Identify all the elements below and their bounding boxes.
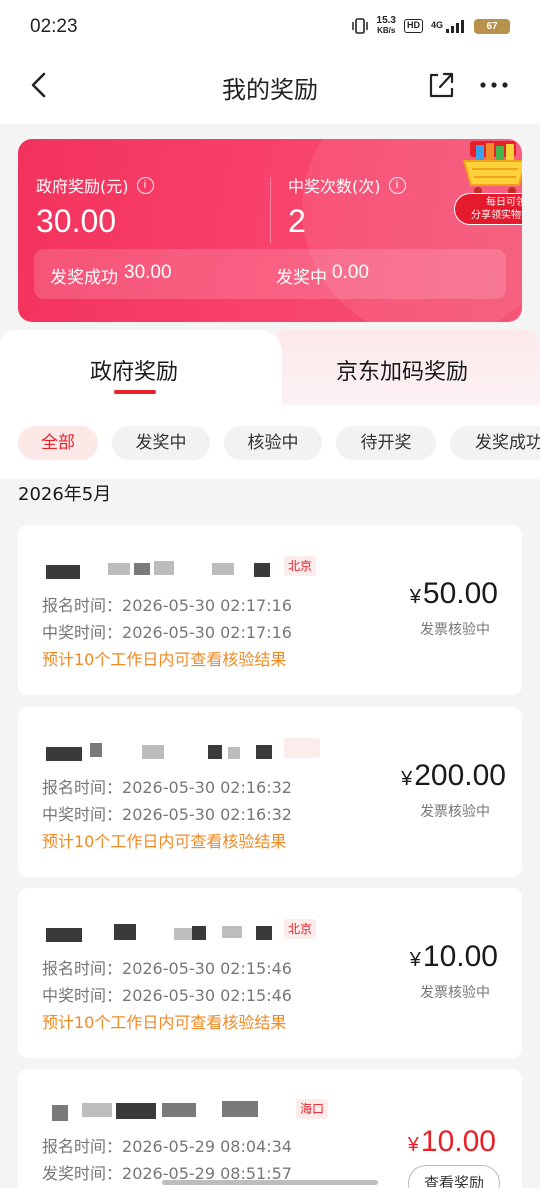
tab-label: 京东加码奖励 (336, 360, 469, 385)
register-time-row: 报名时间：2026-05-30 02:17:16 (42, 596, 292, 615)
tab-gov-reward[interactable]: 政府奖励 (0, 330, 282, 410)
win-time-row: 中奖时间：2026-05-30 02:17:16 (42, 623, 292, 642)
mask-block (208, 745, 222, 759)
mask-block (192, 926, 206, 940)
mask-block (114, 924, 136, 940)
win-time-row: 中奖时间：2026-05-30 02:16:32 (42, 805, 292, 824)
reward-amount: ¥10.00 (407, 1125, 496, 1158)
mask-block (108, 563, 130, 575)
home-indicator[interactable] (162, 1180, 378, 1185)
mask-block (228, 747, 240, 759)
status-time: 02:23 (30, 16, 78, 37)
filter-all[interactable]: 全部 (18, 426, 98, 460)
mask-block (46, 565, 80, 579)
month-heading: 2026年5月 (18, 484, 112, 505)
hd-badge: HD (403, 19, 423, 33)
mask-block (154, 561, 174, 575)
view-reward-button[interactable]: 查看奖励 (408, 1165, 500, 1188)
order-id-masked (42, 1099, 290, 1123)
win-count-label: 中奖次数(次) i (288, 173, 406, 197)
mask-block (90, 743, 102, 757)
reward-status: 发票核验中 (420, 622, 490, 638)
issued-label: 发奖成功 (50, 268, 118, 288)
order-id-masked (42, 737, 290, 761)
register-time-row: 报名时间：2026-05-30 02:16:32 (42, 778, 292, 797)
mask-block (256, 926, 272, 940)
mask-block (222, 926, 242, 938)
share-icon[interactable] (426, 70, 456, 100)
city-tag: 北京 (284, 556, 317, 576)
tab-jd-bonus[interactable]: 京东加码奖励 (268, 330, 540, 410)
register-time-row: 报名时间：2026-05-30 02:15:46 (42, 959, 292, 978)
page-title: 我的奖励 (222, 76, 318, 104)
filter-verifying[interactable]: 核验中 (224, 426, 322, 460)
reward-status: 发票核验中 (420, 804, 490, 820)
reward-amount: ¥10.00 (409, 940, 498, 973)
promo-pill: 每日可领 分享领实物好礼 (454, 193, 522, 225)
signal-icon: 4G (431, 19, 466, 33)
filter-issued[interactable]: 发奖成功 (450, 426, 540, 460)
mask-block (162, 1103, 196, 1117)
info-icon[interactable]: i (136, 176, 154, 194)
vibrate-icon (351, 18, 368, 34)
filter-bar: 全部 发奖中 核验中 待开奖 发奖成功 (0, 405, 540, 479)
reward-amount: ¥200.00 (401, 759, 506, 792)
more-dots-icon[interactable] (478, 70, 510, 100)
battery-icon: 67 (474, 18, 510, 34)
mask-block (46, 747, 82, 761)
mask-block (256, 745, 272, 759)
mask-block (52, 1105, 68, 1121)
reward-summary-card: 政府奖励(元) i 30.00 中奖次数(次) i 2 发奖成功 30.00 发… (18, 139, 522, 322)
reward-amount: ¥50.00 (409, 577, 498, 610)
tab-active-indicator (114, 390, 156, 394)
gov-reward-label: 政府奖励(元) i (36, 173, 154, 197)
mask-block (116, 1103, 156, 1119)
gov-reward-value: 30.00 (36, 203, 117, 239)
verify-tip: 预计10个工作日内可查看核验结果 (42, 1013, 287, 1032)
order-id-masked (42, 918, 290, 942)
order-id-masked (42, 555, 290, 579)
divider (270, 177, 271, 243)
reward-card[interactable]: 北京 报名时间：2026-05-30 02:15:46 中奖时间：2026-05… (18, 888, 522, 1058)
filter-issuing[interactable]: 发奖中 (112, 426, 210, 460)
mask-block (142, 745, 164, 759)
reward-card[interactable]: 北京 报名时间：2026-05-30 02:17:16 中奖时间：2026-05… (18, 525, 522, 695)
mask-block (82, 1103, 112, 1117)
gift-cart-icon (462, 141, 522, 195)
register-time-row: 报名时间：2026-05-29 08:04:34 (42, 1137, 292, 1156)
verify-tip: 预计10个工作日内可查看核验结果 (42, 832, 287, 851)
pending-label: 发奖中 (276, 268, 327, 288)
nav-bar: 我的奖励 (0, 56, 540, 124)
issued-value: 30.00 (124, 262, 172, 283)
reward-tabs: 京东加码奖励 政府奖励 (0, 330, 540, 410)
mask-block (254, 563, 270, 577)
reward-status: 发票核验中 (420, 985, 490, 1001)
issue-status-strip: 发奖成功 30.00 发奖中 0.00 (34, 249, 506, 299)
filter-pending-draw[interactable]: 待开奖 (336, 426, 436, 460)
info-icon[interactable]: i (388, 176, 406, 194)
status-bar: 02:23 15.3 KB/s HD 4G 67 (0, 0, 540, 56)
tab-label: 政府奖励 (90, 360, 179, 385)
net-speed: 15.3 KB/s (376, 15, 396, 36)
mask-block (222, 1101, 258, 1117)
city-tag: 北京 (284, 919, 317, 939)
mask-block (134, 563, 150, 575)
city-tag (284, 738, 320, 758)
city-tag: 海口 (296, 1099, 329, 1119)
mask-block (46, 928, 82, 942)
win-time-row: 中奖时间：2026-05-30 02:15:46 (42, 986, 292, 1005)
mask-block (174, 928, 192, 940)
promo-badge[interactable]: 每日可领 分享领实物好礼 (436, 139, 522, 231)
mask-block (212, 563, 234, 575)
pending-value: 0.00 (332, 262, 369, 283)
reward-card[interactable]: 海口 报名时间：2026-05-29 08:04:34 发奖时间：2026-05… (18, 1069, 522, 1188)
reward-card[interactable]: 报名时间：2026-05-30 02:16:32 中奖时间：2026-05-30… (18, 707, 522, 877)
win-count-value: 2 (288, 203, 306, 239)
verify-tip: 预计10个工作日内可查看核验结果 (42, 650, 287, 669)
status-icons: 15.3 KB/s HD 4G 67 (351, 16, 510, 36)
